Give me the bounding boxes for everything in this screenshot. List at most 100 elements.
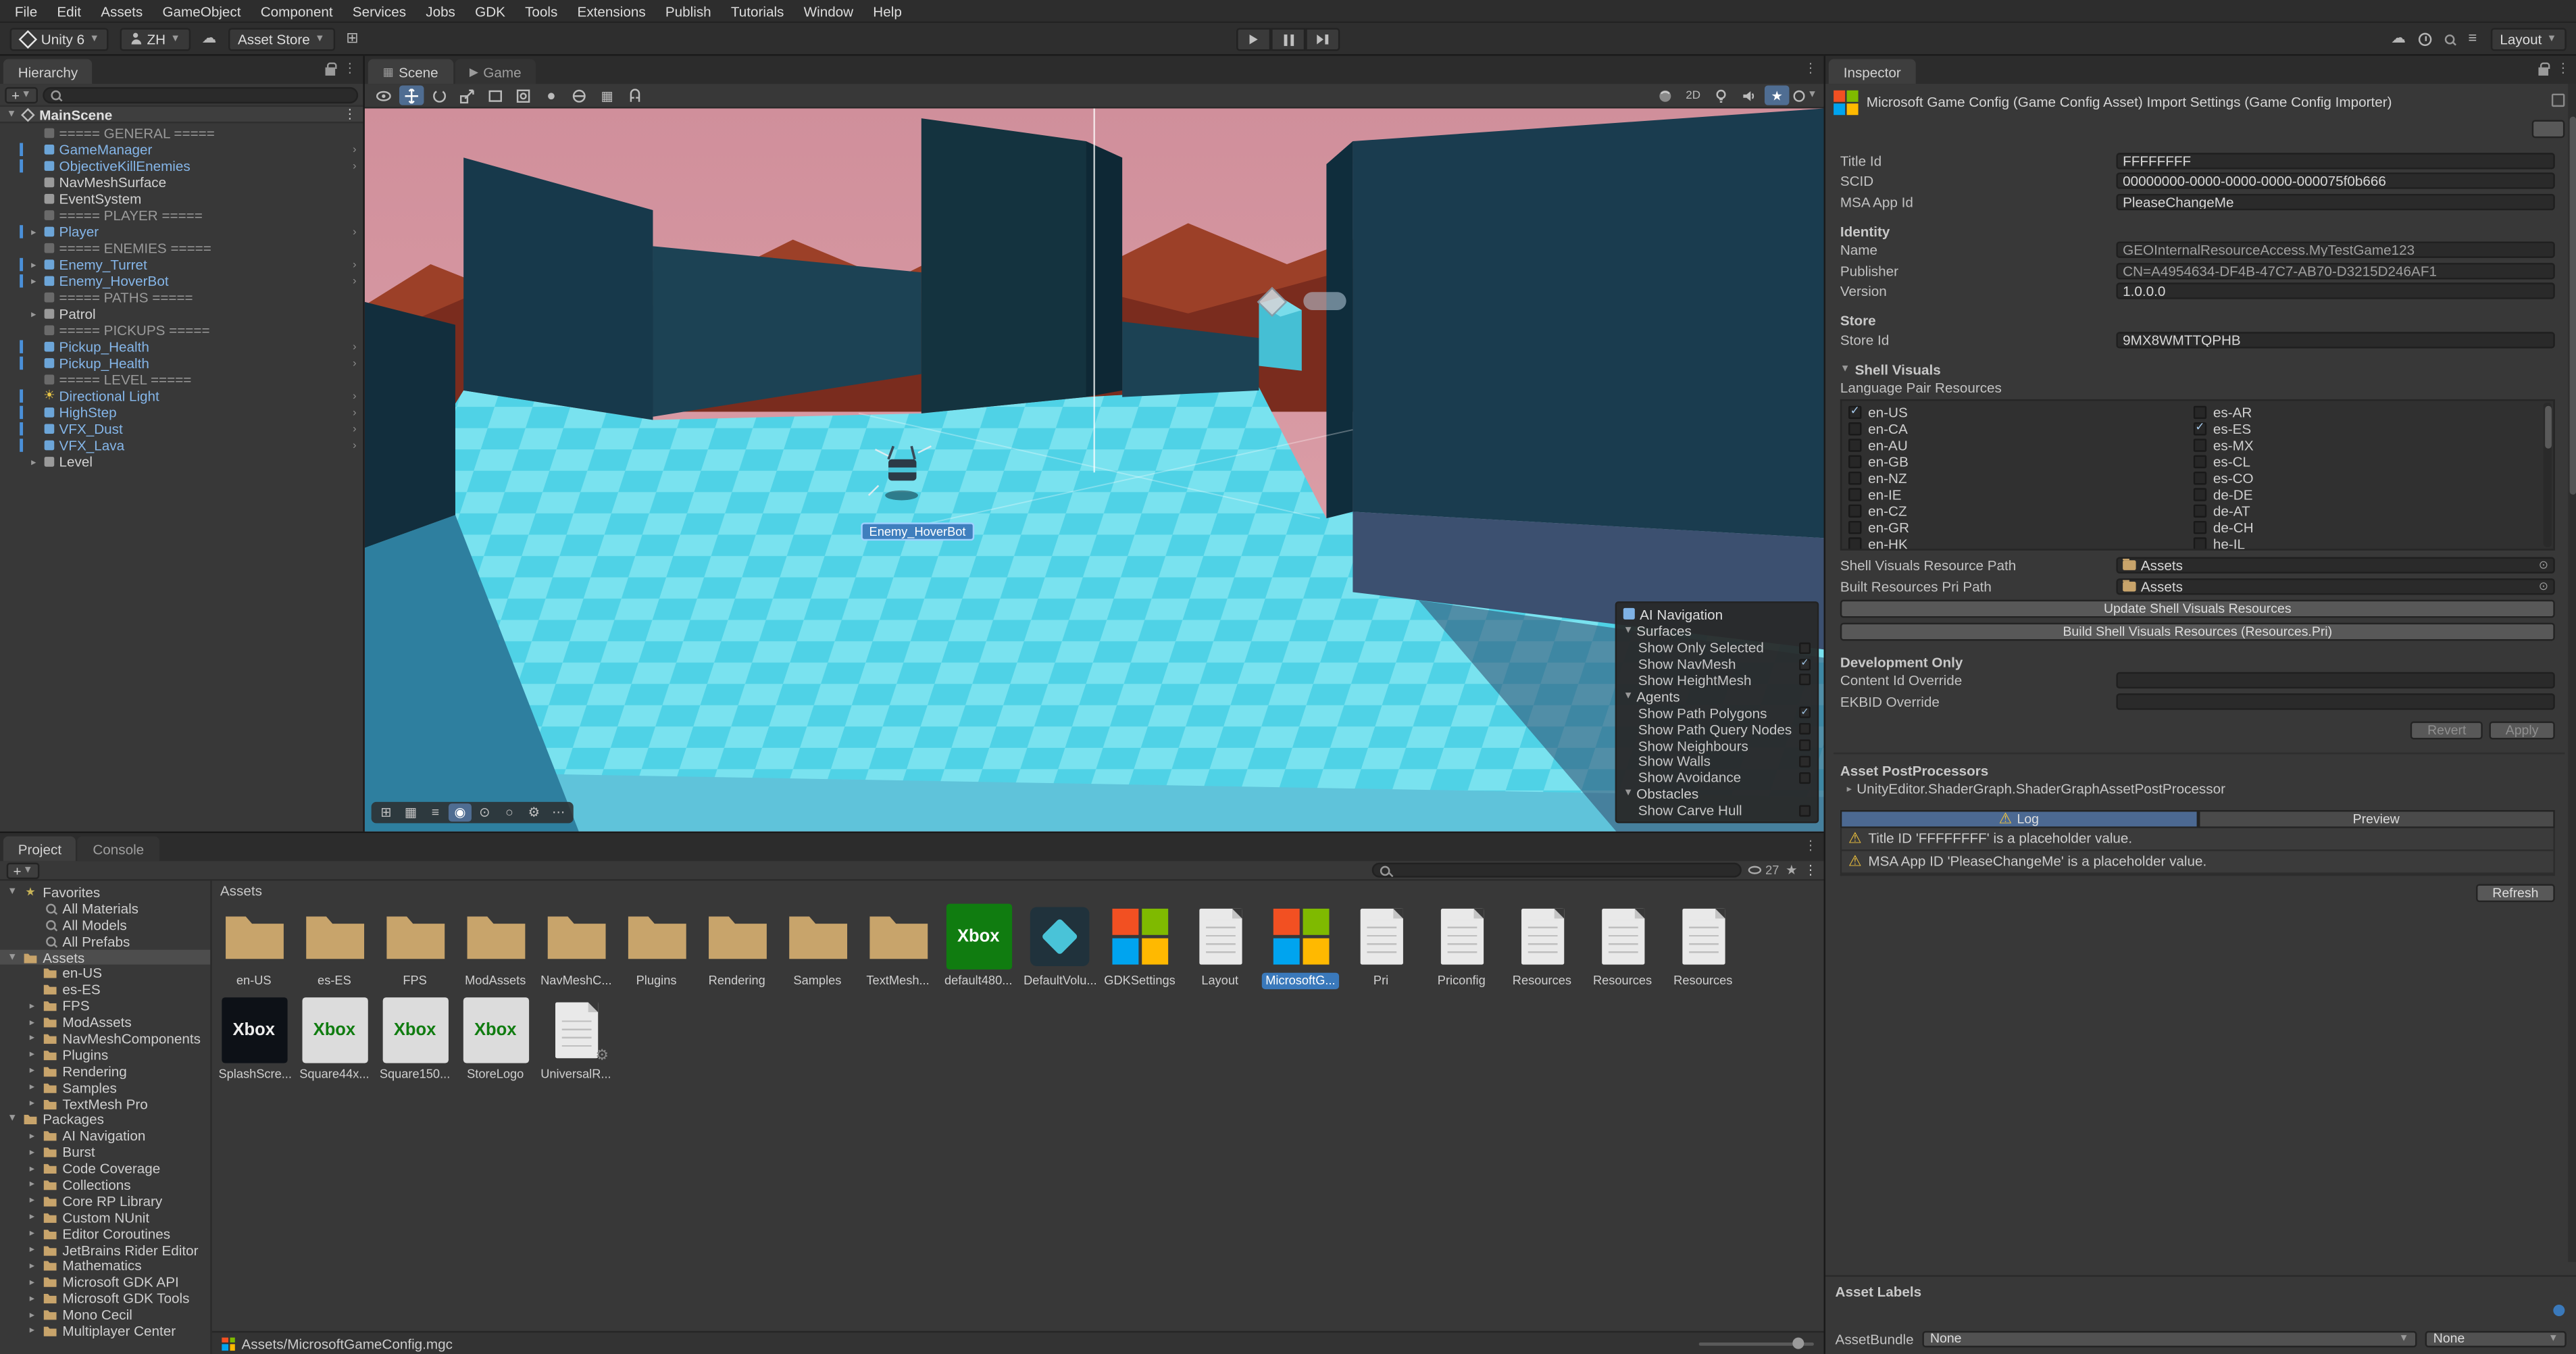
open-prefab-chevron[interactable]: › [353,275,357,286]
services-grid-icon[interactable]: ⊞ [346,31,358,46]
transform-tool-icon[interactable] [511,85,535,105]
selected-object-label[interactable]: Enemy_HoverBot [861,522,974,541]
hierarchy-item[interactable]: ▸ Patrol [0,305,363,322]
language-checkbox[interactable] [2194,438,2206,451]
refresh-button[interactable]: Refresh [2476,883,2555,901]
pin-icon[interactable] [2552,94,2565,107]
shell-visuals-foldout[interactable]: ▼ Shell Visuals [1834,359,2565,378]
shadergraph-postprocessor-foldout[interactable]: ▸ UnityEditor.ShaderGraph.ShaderGraphAss… [1834,780,2565,798]
foldout-caret[interactable]: ▸ [26,1195,38,1207]
gizmos-dropdown[interactable]: ▼ [1792,85,1817,105]
asset-item[interactable]: en-US [213,901,294,989]
tree-item[interactable]: ▸ Collections [0,1176,210,1193]
hierarchy-item[interactable]: ===== PATHS ===== [0,289,363,305]
shading-mode-icon[interactable] [1653,85,1677,105]
language-checkbox[interactable] [2194,487,2206,500]
language-row[interactable]: en-IE [1848,486,2194,502]
foldout-caret[interactable]: ▸ [28,275,39,286]
foldout-caret[interactable]: ▸ [26,1228,38,1239]
open-prefab-chevron[interactable]: › [353,423,357,434]
nav-overlay-row[interactable]: Show Path Query Nodes [1623,721,1811,737]
tree-item[interactable]: ▸ Custom NUnit [0,1209,210,1225]
hierarchy-tab[interactable]: Hierarchy [3,59,93,84]
play-button[interactable] [1236,28,1271,51]
asset-item[interactable]: FPS [374,901,455,989]
hierarchy-item[interactable]: ▸ Level [0,453,363,470]
msa-app-id-field[interactable]: PleaseChangeMe [2116,193,2554,209]
foldout-caret[interactable]: ▸ [26,1082,38,1093]
grid-visibility-icon[interactable]: ⊞ [374,803,397,822]
menu-item[interactable]: Extensions [567,3,655,19]
title-id-field[interactable]: FFFFFFFF [2116,152,2554,168]
asset-store-button[interactable]: Asset Store ▼ [228,27,334,50]
cloud-icon[interactable]: ☁ [201,31,216,46]
effects-toggle-icon[interactable]: ★ [1765,85,1789,105]
assetbundle-variant-dropdown[interactable]: None ▼ [2425,1330,2567,1347]
tree-item[interactable]: ▸ NavMeshComponents [0,1030,210,1047]
grid-snap-icon[interactable]: ▦ [595,85,619,105]
store-id-field[interactable]: 9MX8WMTTQPHB [2116,331,2554,347]
foldout-caret[interactable]: ▸ [26,1163,38,1174]
pivot-toggle-icon[interactable] [539,85,563,105]
undo-history-icon[interactable] [2419,32,2432,45]
hierarchy-item[interactable]: ObjectiveKillEnemies › [0,157,363,174]
open-prefab-chevron[interactable]: › [353,357,357,369]
tree-item[interactable]: ▸ Plugins [0,1047,210,1063]
foldout-caret[interactable]: ▼ [7,952,18,962]
nav-checkbox[interactable] [1799,739,1811,751]
open-prefab-chevron[interactable]: › [353,440,357,451]
language-checkbox[interactable]: ✓ [1848,405,1861,418]
project-tab[interactable]: Project [3,836,76,861]
menu-item[interactable]: Publish [655,3,721,19]
foldout-caret[interactable]: ▼ [1623,789,1636,799]
hierarchy-item[interactable]: GameManager › [0,141,363,157]
menu-item[interactable]: File [5,3,47,19]
scrollbar-thumb[interactable] [2569,117,2575,495]
tree-item[interactable]: All Materials [0,900,210,916]
foldout-caret[interactable]: ▸ [26,1325,38,1336]
asset-item[interactable]: Plugins [616,901,697,989]
asset-item[interactable]: Priconfig [1421,901,1502,989]
foldout-caret[interactable]: ▸ [26,1211,38,1223]
language-row[interactable]: en-AU [1848,436,2194,453]
thumbnail-zoom-slider[interactable] [1699,1342,1814,1345]
hierarchy-item[interactable]: EventSystem [0,191,363,207]
tree-item[interactable]: ▸ Code Coverage [0,1160,210,1176]
open-button[interactable] [2532,120,2565,139]
foldout-caret[interactable]: ▸ [26,1032,38,1044]
menu-item[interactable]: Services [343,3,415,19]
nav-overlay-row[interactable]: Show Only Selected [1623,640,1811,656]
language-checkbox[interactable] [1848,454,1861,467]
asset-item[interactable]: Resources [1663,901,1743,989]
language-checkbox[interactable] [1848,503,1861,516]
nav-overlay-row[interactable]: Show Neighbours [1623,737,1811,753]
foldout-caret[interactable]: ▼ [1623,691,1636,701]
tree-item[interactable]: ▸ Microsoft GDK API [0,1274,210,1290]
hierarchy-item[interactable]: Pickup_Health › [0,338,363,355]
menu-item[interactable]: Component [251,3,343,19]
scene-options-icon[interactable]: ⋮ [343,107,356,120]
foldout-caret[interactable]: ▼ [7,887,18,897]
language-row[interactable]: en-GR [1848,518,2194,534]
asset-item[interactable]: Xbox SplashScre... [213,994,294,1082]
hierarchy-item[interactable]: NavMeshSurface [0,174,363,191]
tree-item[interactable]: es-ES [0,982,210,998]
revert-button[interactable]: Revert [2411,720,2483,738]
language-row[interactable]: en-GB [1848,453,2194,469]
open-prefab-chevron[interactable]: › [353,160,357,172]
open-prefab-chevron[interactable]: › [353,226,357,237]
preview-tab[interactable]: Preview [2198,809,2555,828]
menu-item[interactable]: Jobs [416,3,465,19]
language-row[interactable]: en-CZ [1848,502,2194,518]
language-row[interactable]: en-NZ [1848,469,2194,485]
rotate-tool-icon[interactable] [427,85,451,105]
object-picker-icon[interactable]: ⊙ [2539,559,2548,572]
log-tab[interactable]: ⚠ Log [1840,809,2198,828]
tree-item[interactable]: ▸ AI Navigation [0,1128,210,1144]
language-checkbox[interactable] [1848,520,1861,533]
foldout-caret[interactable]: ▸ [26,1016,38,1028]
hierarchy-item[interactable]: VFX_Dust › [0,421,363,437]
asset-item[interactable]: Pri [1341,901,1421,989]
ortho-view-icon[interactable]: ▦ [399,803,422,822]
nav-overlay-row[interactable]: ▼ Agents [1623,688,1811,705]
